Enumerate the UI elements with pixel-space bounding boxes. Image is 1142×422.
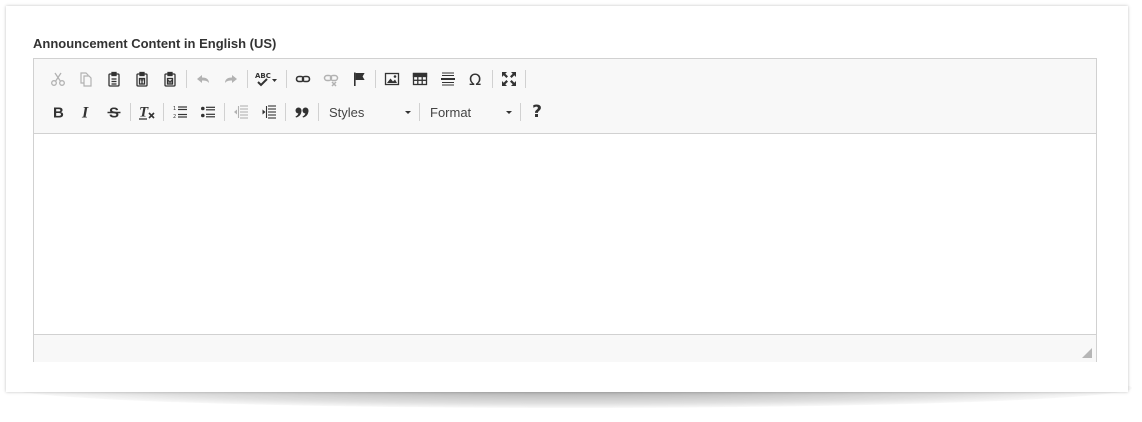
- svg-text:2: 2: [173, 114, 176, 120]
- italic-icon: I: [81, 105, 89, 121]
- format-dropdown[interactable]: Format: [422, 99, 518, 125]
- svg-text:Ω: Ω: [469, 71, 481, 87]
- clipboard-icon: [108, 71, 120, 87]
- strikethrough-button[interactable]: S: [100, 99, 128, 125]
- chevron-down-icon: [405, 110, 411, 114]
- toolbar-row-1: ABC Ω: [44, 65, 528, 93]
- indent-icon: [262, 105, 276, 119]
- redo-icon: [225, 75, 237, 83]
- horizontal-rule-button[interactable]: [434, 66, 462, 92]
- toolbar-separator: [492, 70, 493, 88]
- flag-icon: [354, 72, 365, 86]
- bulleted-list-icon: [201, 106, 215, 118]
- bulleted-list-button[interactable]: [194, 99, 222, 125]
- form-card: Announcement Content in English (US) ABC…: [6, 6, 1128, 392]
- chevron-down-icon: [506, 110, 512, 114]
- undo-button[interactable]: [189, 66, 217, 92]
- svg-text:T: T: [139, 105, 149, 121]
- table-button[interactable]: [406, 66, 434, 92]
- cut-button[interactable]: [44, 66, 72, 92]
- special-char-button[interactable]: Ω: [462, 66, 490, 92]
- paste-text-button[interactable]: [128, 66, 156, 92]
- editor-content-area[interactable]: [34, 134, 1096, 334]
- resize-handle-icon[interactable]: [1082, 348, 1092, 358]
- numbered-list-icon: 1 2: [173, 106, 187, 120]
- svg-text:B: B: [53, 105, 64, 121]
- unlink-button[interactable]: [317, 66, 345, 92]
- clipboard-word-icon: [164, 71, 176, 87]
- copy-icon: [80, 72, 92, 87]
- toolbar-separator: [247, 70, 248, 88]
- svg-text:ABC: ABC: [255, 72, 271, 80]
- format-dropdown-label: Format: [430, 104, 472, 120]
- unlink-icon: [323, 74, 339, 87]
- toolbar-separator: [318, 103, 319, 121]
- toolbar-separator: [520, 103, 521, 121]
- horizontal-rule-icon: [441, 72, 455, 86]
- styles-dropdown[interactable]: Styles: [321, 99, 417, 125]
- toolbar-separator: [419, 103, 420, 121]
- link-icon: [295, 75, 311, 83]
- spellcheck-icon: ABC: [255, 72, 277, 87]
- image-button[interactable]: [378, 66, 406, 92]
- clipboard-text-icon: [136, 71, 148, 87]
- image-icon: [384, 72, 400, 86]
- styles-dropdown-label: Styles: [329, 104, 365, 120]
- omega-icon: Ω: [469, 71, 481, 87]
- paste-button[interactable]: [100, 66, 128, 92]
- redo-button[interactable]: [217, 66, 245, 92]
- editor-toolbar: ABC Ω B I S T 1 2 Styles Format ?: [34, 59, 1096, 134]
- toolbar-separator: [286, 70, 287, 88]
- maximize-icon: [502, 72, 516, 86]
- anchor-button[interactable]: [345, 66, 373, 92]
- italic-button[interactable]: I: [72, 99, 100, 125]
- paste-word-button[interactable]: [156, 66, 184, 92]
- strikethrough-icon: S: [107, 105, 121, 120]
- toolbar-separator: [130, 103, 131, 121]
- link-button[interactable]: [289, 66, 317, 92]
- help-icon: ?: [532, 102, 542, 122]
- bold-button[interactable]: B: [44, 99, 72, 125]
- quote-icon: [295, 107, 309, 118]
- toolbar-separator: [224, 103, 225, 121]
- remove-format-button[interactable]: T: [133, 99, 161, 125]
- toolbar-separator: [525, 70, 526, 88]
- numbered-list-button[interactable]: 1 2: [166, 99, 194, 125]
- field-label: Announcement Content in English (US): [33, 36, 277, 51]
- toolbar-row-2: B I S T 1 2 Styles Format ?: [44, 98, 551, 126]
- rich-text-editor: ABC Ω B I S T 1 2 Styles Format ?: [33, 58, 1097, 362]
- svg-text:I: I: [81, 105, 89, 121]
- bold-icon: B: [53, 105, 64, 121]
- toolbar-separator: [375, 70, 376, 88]
- table-icon: [412, 72, 428, 86]
- outdent-icon: [234, 105, 248, 119]
- undo-icon: [197, 75, 209, 83]
- editor-status-bar: [34, 334, 1096, 362]
- svg-text:1: 1: [173, 106, 176, 112]
- help-button[interactable]: ?: [523, 99, 551, 125]
- spellcheck-button[interactable]: ABC: [250, 66, 284, 92]
- indent-button[interactable]: [255, 99, 283, 125]
- blockquote-button[interactable]: [288, 99, 316, 125]
- toolbar-separator: [163, 103, 164, 121]
- scissors-icon: [51, 72, 65, 86]
- outdent-button[interactable]: [227, 99, 255, 125]
- clear-format-icon: T: [139, 105, 155, 121]
- copy-button[interactable]: [72, 66, 100, 92]
- toolbar-separator: [186, 70, 187, 88]
- maximize-button[interactable]: [495, 66, 523, 92]
- toolbar-separator: [285, 103, 286, 121]
